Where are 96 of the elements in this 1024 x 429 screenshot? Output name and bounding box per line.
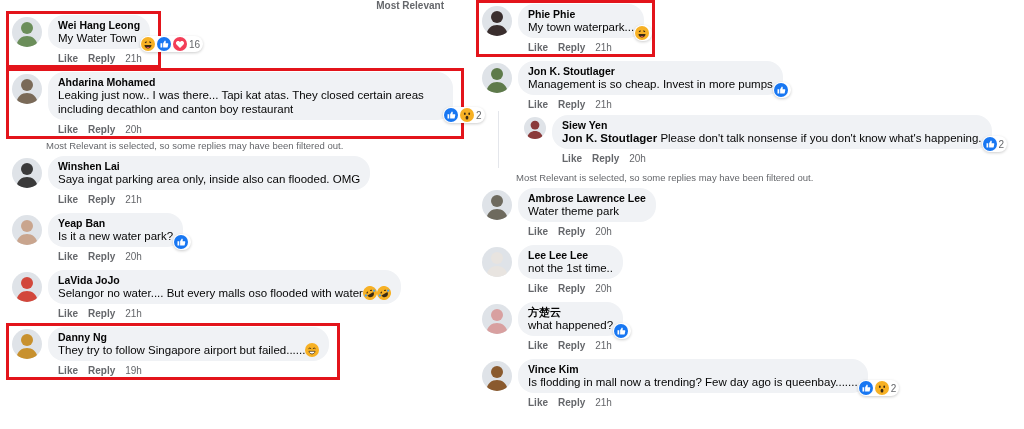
thumbs-up-icon bbox=[773, 83, 788, 97]
reply-link[interactable]: Reply bbox=[592, 152, 620, 165]
comment-time[interactable]: 21h bbox=[125, 52, 142, 65]
avatar[interactable] bbox=[482, 361, 512, 391]
reply-link[interactable]: Reply bbox=[88, 364, 116, 377]
like-link[interactable]: Like bbox=[528, 41, 548, 54]
comment-text: Jon K. Stoutlager Please don't talk nonsense if you don't know what's happening. bbox=[562, 131, 982, 145]
comment-author[interactable]: Lee Lee Lee bbox=[528, 249, 613, 261]
laughing-face-icon bbox=[362, 286, 377, 300]
avatar[interactable] bbox=[524, 117, 546, 139]
thumbs-up-icon bbox=[614, 324, 629, 338]
comment-author[interactable]: LaVida JoJo bbox=[58, 274, 391, 286]
comment-author[interactable]: Winshen Lai bbox=[58, 160, 361, 172]
comment-time[interactable]: 20h bbox=[629, 152, 646, 165]
like-link[interactable]: Like bbox=[58, 52, 78, 65]
avatar[interactable] bbox=[12, 158, 42, 188]
comment-text: Water theme park bbox=[528, 204, 619, 218]
heart-icon bbox=[173, 37, 188, 51]
filter-notice: Most Relevant is selected, so some replies may have been filtered out. bbox=[45, 139, 344, 152]
surprised-face-icon bbox=[460, 108, 474, 122]
reply-link[interactable]: Reply bbox=[558, 41, 586, 54]
like-link[interactable]: Like bbox=[562, 152, 582, 165]
reply-link[interactable]: Reply bbox=[558, 98, 586, 111]
comment-author[interactable]: Jon K. Stoutlager bbox=[528, 65, 773, 77]
comment-author[interactable]: Phie Phie bbox=[528, 8, 635, 20]
laughing-face-icon bbox=[376, 286, 391, 300]
like-link[interactable]: Like bbox=[528, 98, 548, 111]
reply-link[interactable]: Reply bbox=[88, 250, 116, 263]
comment-time[interactable]: 20h bbox=[595, 225, 612, 238]
filter-notice: Most Relevant is selected, so some replies may have been filtered out. bbox=[515, 171, 814, 184]
comment-author[interactable]: Siew Yen bbox=[562, 119, 982, 131]
comment-time[interactable]: 21h bbox=[595, 396, 612, 409]
comment-text: Management is so cheap. Invest in more pumps bbox=[528, 77, 773, 91]
reply-link[interactable]: Reply bbox=[558, 396, 586, 409]
thumbs-up-icon bbox=[858, 381, 873, 395]
like-link[interactable]: Like bbox=[58, 364, 78, 377]
like-link[interactable]: Like bbox=[528, 396, 548, 409]
avatar[interactable] bbox=[482, 6, 512, 36]
reply-link[interactable]: Reply bbox=[88, 307, 116, 320]
comment-time[interactable]: 21h bbox=[595, 41, 612, 54]
like-link[interactable]: Like bbox=[528, 225, 548, 238]
comment-text: They try to follow Singapore airport but failed...... bbox=[58, 343, 306, 357]
surprised-face-icon bbox=[874, 381, 889, 395]
reaction-summary[interactable]: 2 bbox=[857, 380, 900, 396]
comment-time[interactable]: 20h bbox=[595, 282, 612, 295]
like-link[interactable]: Like bbox=[58, 193, 78, 206]
sort-label[interactable]: Most Relevant bbox=[376, 0, 444, 11]
comment-text: not the 1st time.. bbox=[528, 261, 613, 275]
thumbs-up-icon bbox=[174, 235, 189, 249]
thumbs-up-icon bbox=[982, 137, 997, 151]
comment-author[interactable]: Vince Kim bbox=[528, 363, 858, 375]
comment-time[interactable]: 21h bbox=[595, 98, 612, 111]
comment-time[interactable]: 21h bbox=[125, 193, 142, 206]
comment-author[interactable]: Danny Ng bbox=[58, 331, 320, 343]
reaction-summary[interactable]: 16 bbox=[140, 36, 204, 52]
comment-text: Leaking just now.. I was there... Tapi kat atas. They closed certain areas including decathlon and canton boy restaurant bbox=[58, 88, 425, 116]
thumbs-up-icon bbox=[444, 108, 458, 122]
comment-author[interactable]: Wei Hang Leong bbox=[58, 19, 141, 31]
laughing-face-icon bbox=[141, 37, 156, 51]
laughing-face-icon bbox=[305, 343, 320, 357]
comment-text: Is it a new water park? bbox=[58, 229, 174, 243]
comment-author[interactable]: Ambrose Lawrence Lee bbox=[528, 192, 646, 204]
comment-time[interactable]: 19h bbox=[125, 364, 142, 377]
comment-author[interactable]: Yeap Ban bbox=[58, 217, 174, 229]
reply-link[interactable]: Reply bbox=[88, 193, 116, 206]
comment-time[interactable]: 21h bbox=[125, 307, 142, 320]
comment-text: My town waterpark... bbox=[528, 20, 635, 34]
reply-link[interactable]: Reply bbox=[88, 123, 116, 136]
comment-time[interactable]: 20h bbox=[125, 123, 142, 136]
comment-time[interactable]: 20h bbox=[125, 250, 142, 263]
comment-text: Selangor no water.... But every malls oso flooded with water bbox=[58, 286, 363, 300]
like-link[interactable]: Like bbox=[528, 282, 548, 295]
comment-text: Is flodding in mall now a trending? Few day ago is queenbay....... bbox=[528, 375, 858, 389]
thumbs-up-icon bbox=[157, 37, 172, 51]
comment-text: My Water Town bbox=[58, 31, 137, 45]
reply-link[interactable]: Reply bbox=[558, 225, 586, 238]
reaction-summary[interactable]: 2 bbox=[981, 136, 1008, 152]
comment-text: what happened? bbox=[528, 318, 614, 332]
like-link[interactable]: Like bbox=[58, 250, 78, 263]
comment-time[interactable]: 21h bbox=[595, 339, 612, 352]
reaction-count: 2 bbox=[890, 382, 897, 394]
reply-link[interactable]: Reply bbox=[88, 52, 116, 65]
reply-link[interactable]: Reply bbox=[558, 339, 586, 352]
reaction-count: 16 bbox=[189, 38, 201, 50]
like-link[interactable]: Like bbox=[528, 339, 548, 352]
reaction-summary[interactable]: 2 bbox=[443, 107, 485, 123]
reaction-count: 2 bbox=[998, 138, 1005, 150]
like-link[interactable]: Like bbox=[58, 307, 78, 320]
laughing-face-icon bbox=[635, 26, 650, 40]
reaction-summary[interactable] bbox=[634, 25, 653, 41]
like-link[interactable]: Like bbox=[58, 123, 78, 136]
comment-author[interactable]: Ahdarina Mohamed bbox=[58, 76, 443, 88]
comment-author[interactable]: 方楚云 bbox=[528, 306, 614, 318]
reply-link[interactable]: Reply bbox=[558, 282, 586, 295]
comment-text: Saya ingat parking area only, inside also can flooded. OMG bbox=[58, 172, 361, 186]
reaction-count: 2 bbox=[476, 109, 482, 121]
